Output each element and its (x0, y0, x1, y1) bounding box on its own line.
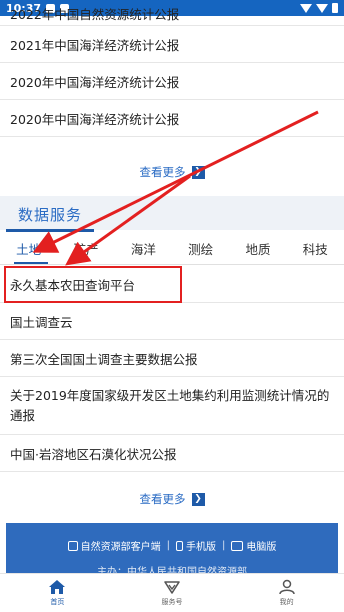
tab-surveying[interactable]: 测绘 (172, 238, 229, 264)
news-more-button[interactable]: 查看更多 ❯ (0, 164, 344, 180)
tab-land[interactable]: 土地 (0, 238, 57, 264)
more-label: 查看更多 (139, 492, 186, 506)
nav-home[interactable]: 首页 (0, 574, 115, 612)
pc-link[interactable]: 电脑版 (231, 538, 276, 553)
more-label: 查看更多 (139, 165, 186, 179)
bottom-nav: 首页 服务号 我的 (0, 573, 344, 612)
news-list: 2022年中国自然资源统计公报 2021年中国海洋经济统计公报 2020年中国海… (0, 4, 344, 137)
divider (0, 264, 344, 265)
list-item[interactable]: 关于2019年度国家级开发区土地集约利用监测统计情况的通报 (0, 377, 344, 435)
phone-icon (176, 541, 183, 551)
news-item[interactable]: 2021年中国海洋经济统计公报 (0, 26, 344, 63)
separator: | (166, 540, 170, 551)
separator: | (222, 540, 226, 551)
section-title: 数据服务 (18, 206, 83, 224)
list-item[interactable]: 中国·岩溶地区石漠化状况公报 (0, 435, 344, 472)
mobile-link[interactable]: 手机版 (176, 538, 216, 553)
tab-minerals[interactable]: 矿产 (57, 238, 114, 264)
site-footer: 自然资源部客户端 | 手机版 | 电脑版 主办：中华人民共和国自然资源部 (6, 523, 338, 578)
news-item[interactable]: 2020年中国海洋经济统计公报 (0, 100, 344, 137)
tab-technology[interactable]: 科技 (287, 238, 344, 264)
list-item[interactable]: 第三次全国国土调查主要数据公报 (0, 340, 344, 377)
user-icon (278, 579, 295, 595)
news-item[interactable]: 2020年中国海洋经济统计公报 (0, 63, 344, 100)
chevron-right-icon: ❯ (191, 165, 205, 179)
nav-profile[interactable]: 我的 (229, 574, 344, 612)
tab-geology[interactable]: 地质 (229, 238, 286, 264)
highlight-box (4, 266, 182, 303)
client-link[interactable]: 自然资源部客户端 (67, 538, 161, 553)
category-tabs: 土地 矿产 海洋 测绘 地质 科技 (0, 238, 344, 264)
home-icon (49, 580, 66, 594)
section-underline (6, 229, 94, 232)
monitor-icon (231, 541, 244, 551)
chevron-right-icon: ❯ (191, 492, 205, 506)
tab-ocean[interactable]: 海洋 (115, 238, 172, 264)
list-item[interactable]: 国土调查云 (0, 303, 344, 340)
service-icon (164, 581, 180, 594)
data-more-button[interactable]: 查看更多 ❯ (0, 491, 344, 507)
app-icon (67, 541, 78, 551)
nav-service[interactable]: 服务号 (115, 574, 230, 612)
news-item[interactable]: 2022年中国自然资源统计公报 (0, 4, 344, 26)
